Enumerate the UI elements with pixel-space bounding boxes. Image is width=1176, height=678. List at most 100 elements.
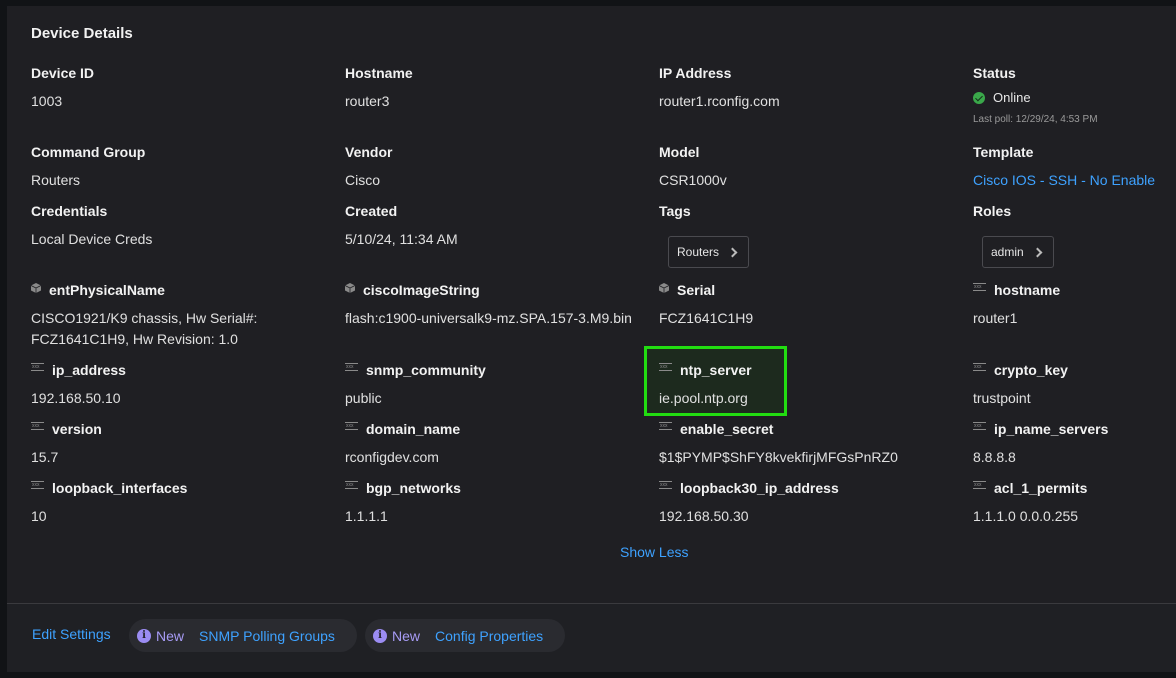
panel-footer: Edit Settings i New SNMP Polling Groups …	[7, 604, 1176, 672]
cube-icon	[345, 283, 355, 293]
property-value: public	[345, 390, 382, 406]
cube-icon	[659, 283, 669, 293]
property-value: 10	[31, 508, 47, 524]
field-label: IP Address	[659, 65, 732, 81]
property-label: enable_secret	[680, 421, 774, 437]
panel-title: Device Details	[31, 25, 133, 42]
property-value: rconfigdev.com	[345, 449, 439, 465]
property-snmp-community: xxx snmp_community public	[345, 361, 645, 409]
field-created: Created 5/10/24, 11:34 AM	[345, 202, 645, 250]
field-status: Status Online Last poll: 12/29/24, 4:53 …	[973, 64, 1173, 125]
property-label: version	[52, 421, 102, 437]
property-value: 192.168.50.10	[31, 390, 121, 406]
field-credentials: Credentials Local Device Creds	[31, 202, 331, 250]
text-field-icon: xxx	[31, 363, 44, 371]
text-field-icon: xxx	[345, 481, 358, 489]
info-icon: i	[373, 628, 387, 643]
text-field-icon: xxx	[973, 422, 986, 430]
field-label: Created	[345, 203, 398, 219]
field-label: Command Group	[31, 144, 146, 160]
field-tags: Tags Routers	[659, 202, 959, 268]
field-value: 5/10/24, 11:34 AM	[345, 231, 458, 247]
property-label: loopback30_ip_address	[680, 480, 839, 496]
text-field-icon: xxx	[973, 363, 986, 371]
new-badge: New	[156, 627, 185, 644]
config-properties-link[interactable]: Config Properties	[435, 628, 543, 644]
property-domain-name: xxx domain_name rconfigdev.com	[345, 420, 645, 468]
chevron-right-icon	[727, 247, 738, 257]
field-template: Template Cisco IOS - SSH - No Enable	[973, 143, 1176, 191]
new-badge: New	[392, 627, 421, 644]
chip-label: admin	[991, 245, 1024, 259]
property-hostname: xxx hostname router1	[973, 281, 1173, 329]
property-label: ip_name_servers	[994, 421, 1109, 437]
text-field-icon: xxx	[31, 422, 44, 430]
config-properties-pill: i New Config Properties	[365, 619, 566, 652]
role-chip-admin[interactable]: admin	[982, 236, 1054, 268]
field-value: CSR1000v	[659, 172, 727, 188]
property-label: domain_name	[366, 421, 461, 437]
field-label: Credentials	[31, 203, 108, 219]
property-ntp-server: xxx ntp_server ie.pool.ntp.org	[659, 361, 959, 409]
field-label: Device ID	[31, 65, 95, 81]
tag-chip-routers[interactable]: Routers	[668, 236, 750, 268]
last-poll-text: Last poll: 12/29/24, 4:53 PM	[973, 114, 1098, 125]
property-label: bgp_networks	[366, 480, 461, 496]
field-vendor: Vendor Cisco	[345, 143, 645, 191]
field-value: router1.rconfig.com	[659, 93, 780, 109]
field-value: router3	[345, 93, 390, 109]
field-model: Model CSR1000v	[659, 143, 959, 191]
property-value: trustpoint	[973, 390, 1031, 406]
text-field-icon: xxx	[659, 481, 672, 489]
text-field-icon: xxx	[345, 422, 358, 430]
info-icon: i	[137, 628, 151, 643]
property-version: xxx version 15.7	[31, 420, 331, 468]
status-text: Online	[993, 90, 1031, 105]
field-label: Roles	[973, 203, 1012, 219]
snmp-polling-groups-link[interactable]: SNMP Polling Groups	[199, 628, 335, 644]
text-field-icon: xxx	[973, 481, 986, 489]
property-enable-secret: xxx enable_secret $1$PYMP$ShFY8kvekfirjM…	[659, 420, 959, 468]
field-value: 1003	[31, 93, 63, 109]
text-field-icon: xxx	[345, 363, 358, 371]
device-details-panel: Device Details Device ID 1003 Hostname r…	[7, 6, 1176, 672]
property-label: crypto_key	[994, 362, 1068, 378]
property-value: 1.1.1.1	[345, 508, 388, 524]
property-value: CISCO1921/K9 chassis, Hw Serial#: FCZ164…	[31, 310, 258, 347]
property-label: ip_address	[52, 362, 126, 378]
property-ip-address: xxx ip_address 192.168.50.10	[31, 361, 331, 409]
template-link[interactable]: Cisco IOS - SSH - No Enable	[973, 170, 1176, 191]
chevron-right-icon	[1032, 247, 1043, 257]
property-label: Serial	[677, 282, 716, 298]
chip-label: Routers	[677, 245, 720, 259]
cube-icon	[31, 283, 41, 293]
field-label: Hostname	[345, 65, 413, 81]
field-hostname: Hostname router3	[345, 64, 645, 112]
property-acl-1-permits: xxx acl_1_permits 1.1.1.0 0.0.0.255	[973, 479, 1173, 527]
property-value: ie.pool.ntp.org	[659, 390, 748, 406]
property-label: acl_1_permits	[994, 480, 1088, 496]
property-bgp-networks: xxx bgp_networks 1.1.1.1	[345, 479, 645, 527]
text-field-icon: xxx	[973, 283, 986, 291]
property-value: router1	[973, 310, 1018, 326]
property-value: 15.7	[31, 449, 59, 465]
snmp-polling-groups-pill: i New SNMP Polling Groups	[129, 619, 357, 652]
field-value: Local Device Creds	[31, 231, 153, 247]
edit-settings-link[interactable]: Edit Settings	[32, 626, 111, 642]
field-label: Status	[973, 65, 1016, 81]
check-circle-icon	[973, 91, 985, 104]
property-label: hostname	[994, 282, 1061, 298]
field-command-group: Command Group Routers	[31, 143, 331, 191]
property-ciscoimagestring: ciscoImageString flash:c1900-universalk9…	[345, 281, 645, 329]
property-value: flash:c1900-universalk9-mz.SPA.157-3.M9.…	[345, 310, 632, 326]
property-value: 8.8.8.8	[973, 449, 1016, 465]
property-value: $1$PYMP$ShFY8kvekfirjMFGsPnRZ0	[659, 449, 898, 465]
property-value: 192.168.50.30	[659, 508, 749, 524]
property-loopback30-ip-address: xxx loopback30_ip_address 192.168.50.30	[659, 479, 959, 527]
property-label: ntp_server	[680, 362, 752, 378]
show-less-button[interactable]: Show Less	[620, 544, 688, 560]
text-field-icon: xxx	[31, 481, 44, 489]
property-serial: Serial FCZ1641C1H9	[659, 281, 959, 329]
property-crypto-key: xxx crypto_key trustpoint	[973, 361, 1173, 409]
field-device-id: Device ID 1003	[31, 64, 331, 112]
